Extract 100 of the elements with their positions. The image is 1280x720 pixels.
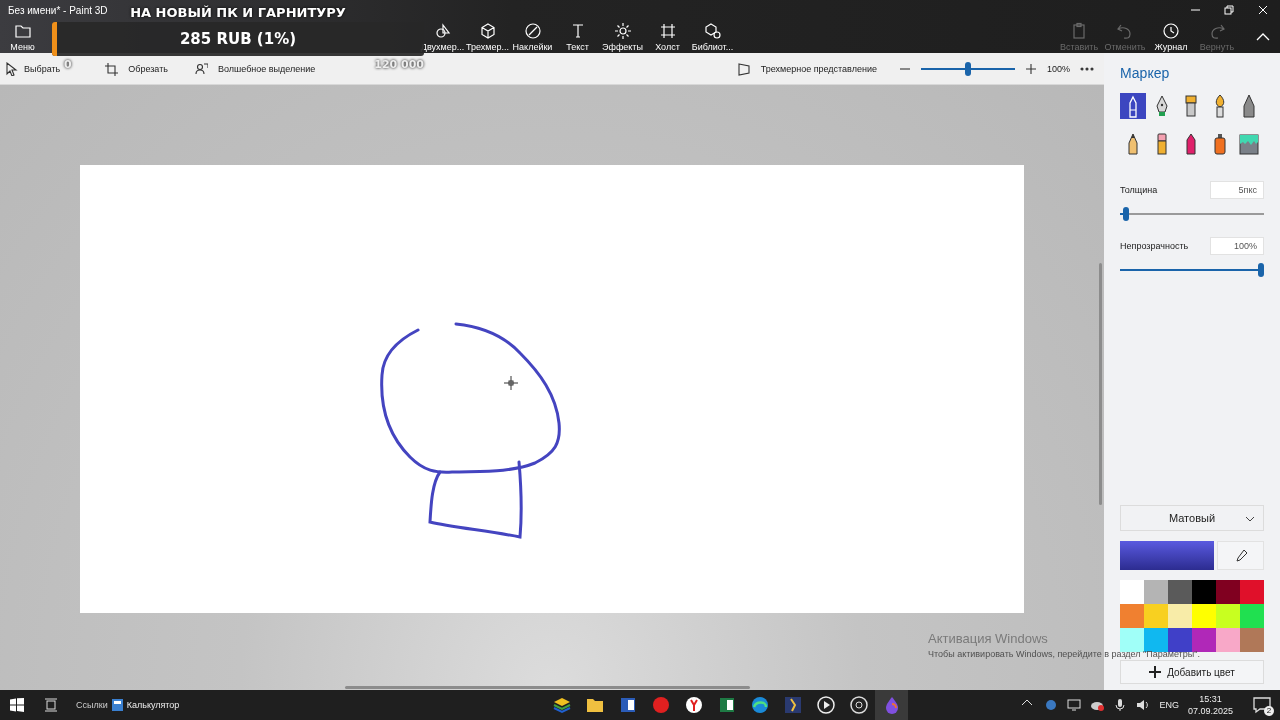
restore-button[interactable]: [1224, 5, 1234, 15]
activation-title: Активация Windows: [928, 631, 1048, 646]
close-button[interactable]: [1258, 5, 1268, 15]
links-toolbar-label: Ссылки: [76, 700, 108, 710]
goal-amount: 285 RUB (1%): [179, 30, 297, 48]
finish-dropdown[interactable]: Матовый: [1120, 505, 1264, 531]
ribbon-tab[interactable]: Холст: [645, 20, 690, 53]
crop-icon: [104, 61, 119, 76]
shapes-icon: [433, 21, 452, 40]
field-label: Непрозрачность: [1120, 241, 1189, 251]
color-swatch[interactable]: [1168, 580, 1192, 604]
play-icon: [815, 695, 836, 715]
zoom-in-icon[interactable]: [1024, 62, 1037, 75]
color-swatch[interactable]: [1168, 604, 1192, 628]
goal-min: 0: [64, 58, 72, 71]
slider-thumb[interactable]: [1258, 263, 1264, 277]
pinned-shortcut[interactable]: Калькулятор: [111, 699, 180, 711]
add-color-button[interactable]: Добавить цвет: [1120, 660, 1264, 684]
history-icon: [1162, 21, 1180, 40]
microphone-icon[interactable]: [1113, 698, 1128, 712]
swirl-icon: [749, 695, 770, 715]
round-badge-icon: [650, 695, 671, 715]
zoom-level: 100%: [1046, 63, 1070, 74]
calculator-icon: [111, 699, 123, 711]
disc-icon[interactable]: [1044, 698, 1059, 712]
cursor-icon: [4, 61, 18, 76]
clock[interactable]: 15:31 07.09.2025: [1187, 693, 1233, 717]
zoom-slider[interactable]: [920, 61, 1015, 76]
ribbon-tab[interactable]: Библиот...: [690, 20, 735, 53]
color-swatch[interactable]: [1192, 580, 1216, 604]
color-swatch[interactable]: [1216, 628, 1240, 652]
color-swatch[interactable]: [1240, 580, 1264, 604]
color-swatch[interactable]: [1216, 604, 1240, 628]
tool-button[interactable]: Волшебное выделение: [184, 60, 326, 77]
cube-icon: [478, 21, 497, 40]
slider-thumb[interactable]: [1122, 207, 1129, 221]
plus-icon: [1149, 666, 1162, 678]
ribbon-tab[interactable]: Текст: [555, 20, 600, 53]
round-badge-icon: [683, 695, 704, 715]
thickness-slider[interactable]: [1120, 207, 1264, 221]
panel-title: Маркер: [1120, 65, 1171, 81]
chevron-up-icon: [1256, 32, 1270, 41]
goal-max: 120 000: [374, 58, 424, 71]
brush-button[interactable]: [1120, 93, 1146, 119]
opacity-field[interactable]: 100%: [1210, 237, 1264, 255]
chevron-down-icon: [1245, 516, 1255, 522]
ribbon-tab[interactable]: Трехмер...: [465, 20, 510, 53]
color-swatch[interactable]: [1120, 604, 1144, 628]
notification-center[interactable]: 2: [1252, 695, 1272, 715]
horizontal-scrollbar[interactable]: [345, 686, 750, 689]
aperture-icon: [848, 695, 869, 715]
vertical-scrollbar[interactable]: [1099, 263, 1102, 505]
library-icon: [703, 21, 722, 40]
language-indicator[interactable]: ENG: [1159, 700, 1179, 710]
menu-button[interactable]: Меню: [0, 20, 45, 53]
field-label: Толщина: [1120, 185, 1158, 195]
window-title: Без имени* - Paint 3D: [7, 4, 108, 16]
color-swatch[interactable]: [1168, 628, 1192, 652]
sun-icon: [613, 21, 632, 40]
color-swatch[interactable]: [1120, 628, 1144, 652]
eyedropper-icon: [1233, 549, 1248, 562]
message-icon: [1252, 695, 1272, 715]
paint-bucket-icon: [1237, 132, 1261, 156]
sticker-icon: [523, 21, 542, 40]
flag-icon: [736, 61, 751, 76]
goal-title: НА НОВЫЙ ПК И ГАРНИТУРУ: [130, 5, 346, 20]
ribbon-tab[interactable]: Эффекты: [600, 20, 645, 53]
color-swatch[interactable]: [1240, 604, 1264, 628]
current-color-swatch[interactable]: [1120, 541, 1214, 570]
tool-button[interactable]: Выбрать: [0, 60, 65, 77]
color-swatch[interactable]: [1240, 628, 1264, 652]
paste-icon: [1070, 21, 1088, 40]
color-swatch[interactable]: [1144, 580, 1168, 604]
color-swatch[interactable]: [1144, 628, 1168, 652]
tool-button[interactable]: Обрезать: [94, 60, 178, 77]
color-swatch[interactable]: [1120, 580, 1144, 604]
ribbon-tab[interactable]: Двухмер...: [420, 20, 465, 53]
color-swatch[interactable]: [1144, 604, 1168, 628]
notification-count: 2: [1264, 706, 1274, 716]
crosshair-cursor-icon: [504, 376, 518, 390]
monitor-icon[interactable]: [1067, 698, 1082, 712]
speaker-icon[interactable]: [1136, 698, 1151, 712]
slider-thumb[interactable]: [964, 61, 971, 76]
stacked-layers-icon: [551, 695, 572, 715]
crop-grid-icon: [658, 21, 677, 40]
color-swatch[interactable]: [1216, 580, 1240, 604]
view-3d-button[interactable]: Трехмерное представление: [726, 60, 887, 77]
color-swatch[interactable]: [1192, 604, 1216, 628]
magic-select-icon: [194, 61, 208, 76]
brush-button[interactable]: [1236, 131, 1262, 157]
opacity-slider[interactable]: [1120, 263, 1264, 277]
ribbon-tab[interactable]: Наклейки: [510, 20, 555, 53]
toolbar-button[interactable]: Журнал: [1148, 20, 1194, 53]
windows-logo-icon: [10, 698, 24, 712]
activation-text: Чтобы активировать Windows, перейдите в раздел "Параметры".: [928, 649, 1200, 659]
task-view-icon: [44, 698, 58, 712]
figure-tile-icon: [782, 695, 803, 715]
color-swatch[interactable]: [1192, 628, 1216, 652]
more-icon[interactable]: [1080, 66, 1094, 71]
thickness-field[interactable]: 5пкс: [1210, 181, 1264, 199]
